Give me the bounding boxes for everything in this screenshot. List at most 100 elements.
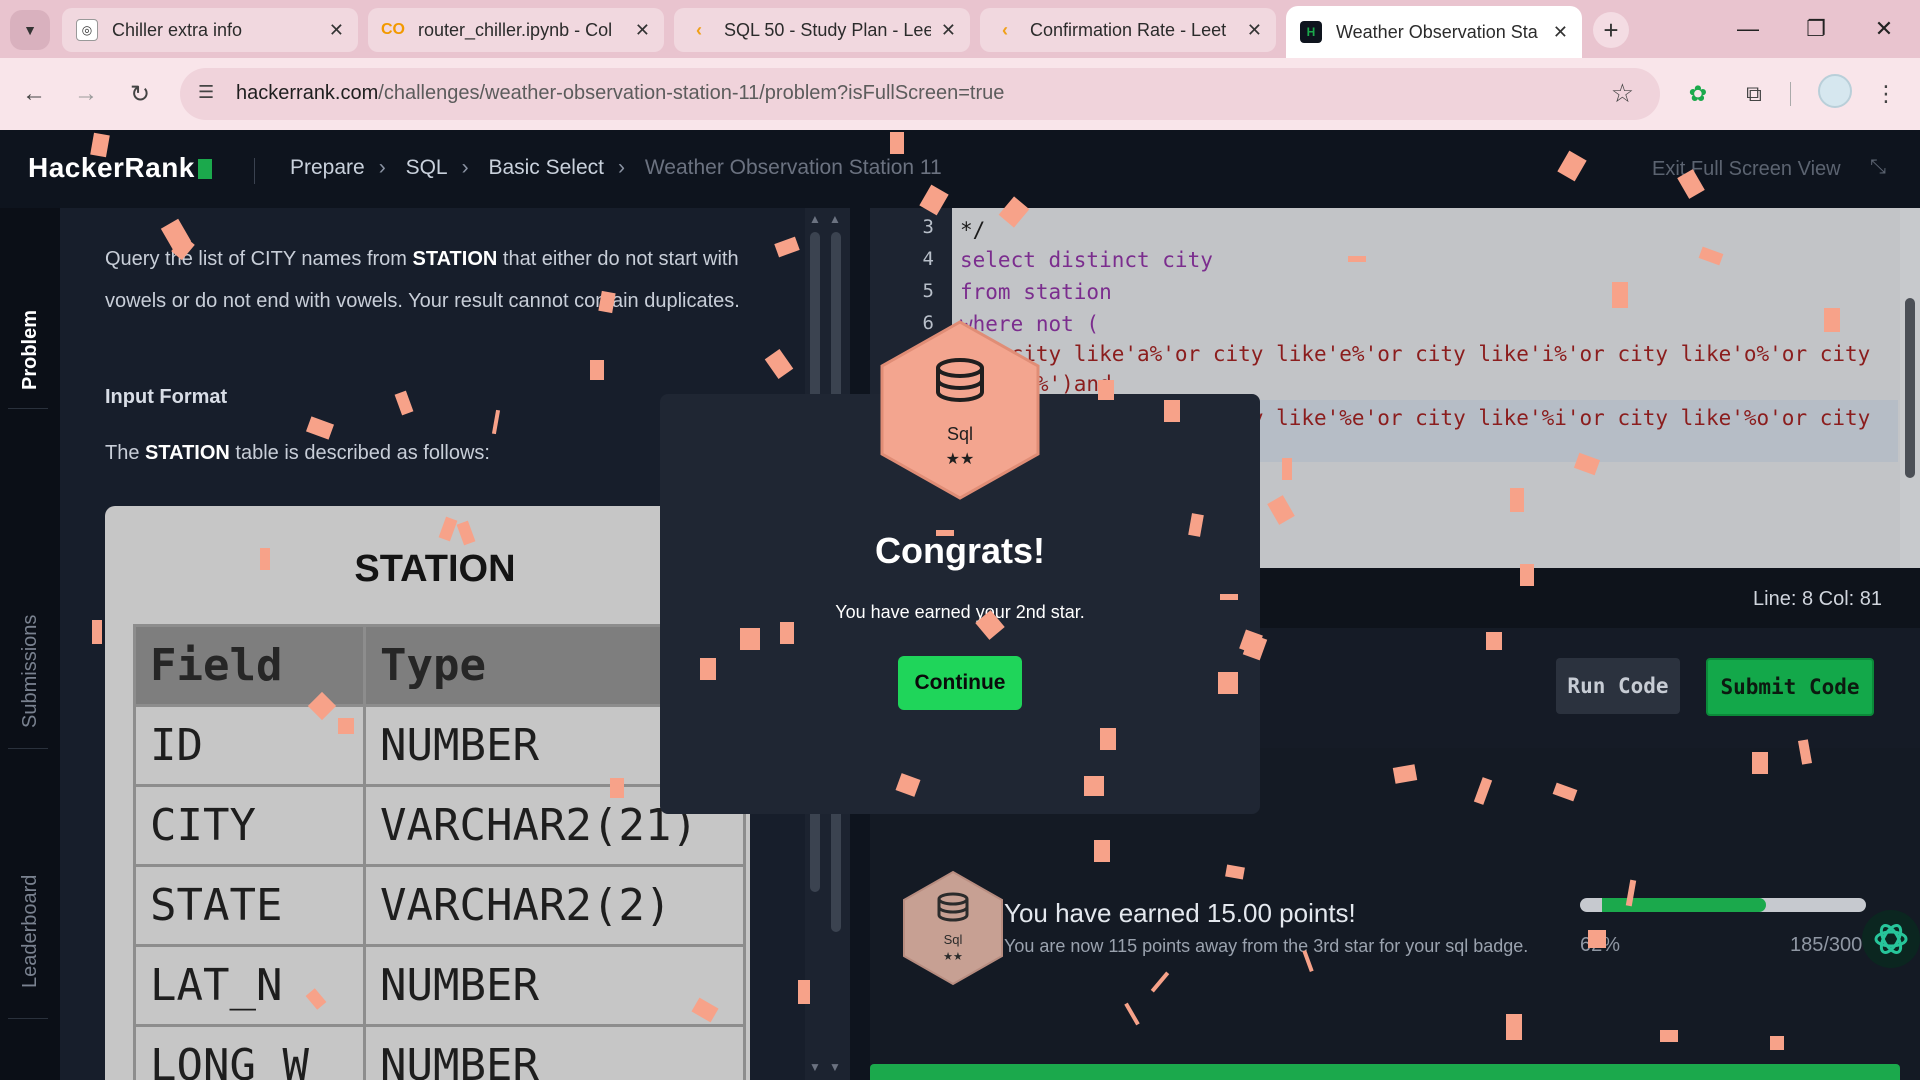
breadcrumb-prepare[interactable]: Prepare: [290, 156, 365, 179]
browser-menu-icon[interactable]: ⋮: [1870, 78, 1902, 110]
code-line[interactable]: */: [960, 218, 985, 242]
header-divider: [254, 158, 255, 184]
minimize-icon[interactable]: —: [1718, 8, 1778, 50]
toolbar-divider: [1790, 82, 1791, 106]
chatgpt-extension-icon[interactable]: ✿: [1682, 78, 1714, 110]
tab-problem[interactable]: Problem: [0, 260, 60, 390]
browser-tab[interactable]: CO router_chiller.ipynb - Col ✕: [368, 8, 664, 52]
browser-toolbar: ← → ↻ ☰ hackerrank.com/challenges/weathe…: [0, 58, 1920, 130]
badge-stars: ★★: [946, 449, 975, 468]
hackerrank-logo[interactable]: HackerRank: [28, 152, 212, 184]
tab-search-icon[interactable]: ▼: [10, 10, 50, 50]
badge-name: Sql: [944, 932, 963, 947]
chatgpt-logo-icon: [1874, 924, 1908, 954]
chevron-right-icon: ›: [461, 156, 469, 179]
close-tab-icon[interactable]: ✕: [1247, 20, 1262, 41]
profile-avatar[interactable]: [1818, 74, 1852, 108]
points-earned-title: You have earned 15.00 points!: [1004, 898, 1356, 928]
chevron-right-icon: ›: [618, 156, 625, 179]
table-row: LONG_W NUMBER: [133, 1024, 746, 1080]
address-bar[interactable]: ☰ hackerrank.com/challenges/weather-obse…: [180, 68, 1660, 120]
tab-title: Chiller extra info: [112, 19, 243, 40]
close-tab-icon[interactable]: ✕: [941, 20, 956, 41]
browser-tab-active[interactable]: H Weather Observation Sta ✕: [1286, 6, 1582, 58]
tab-title: Weather Observation Sta: [1336, 21, 1538, 42]
progress-percent: 62%: [1580, 934, 1621, 956]
type-cell: VARCHAR2(2): [363, 864, 746, 947]
code-line[interactable]: city like'a%'or city like'e%'or city lik…: [960, 342, 1871, 366]
collapse-icon[interactable]: ⤡: [1870, 156, 1886, 179]
scroll-down-icon[interactable]: ▼: [829, 1060, 841, 1074]
line-number: 3: [922, 216, 934, 238]
points-earned-subtitle: You are now 115 points away from the 3rd…: [1004, 936, 1529, 956]
code-line[interactable]: select distinct city: [960, 248, 1213, 272]
tab-title: Confirmation Rate - Leet: [1030, 19, 1227, 40]
code-line[interactable]: from station: [960, 280, 1112, 304]
station-table-image: STATION Field Type ID NUMBER CITY VARCHAR2…: [105, 506, 750, 1080]
line-number: 4: [922, 248, 934, 270]
continue-button[interactable]: Continue: [898, 656, 1022, 710]
table-row: LAT_N NUMBER: [133, 944, 746, 1027]
browser-tab[interactable]: ◎ Chiller extra info ✕: [62, 8, 358, 52]
station-table-title: STATION: [354, 548, 516, 590]
chevron-right-icon: ›: [378, 156, 386, 179]
new-tab-icon[interactable]: +: [1593, 12, 1629, 48]
station-schema-table: Field Type ID NUMBER CITY VARCHAR2(21) STA…: [133, 624, 746, 1080]
badge-stars: ★★: [943, 950, 963, 963]
breadcrumb: Prepare › SQL › Basic Select › Weather Obse…: [290, 156, 956, 180]
url-text[interactable]: hackerrank.com/challenges/weather-observ…: [236, 82, 1004, 105]
table-row: CITY VARCHAR2(21): [133, 784, 746, 867]
browser-tab-bar: ▼ ◎ Chiller extra info ✕ CO router_chill…: [0, 0, 1920, 58]
type-cell: NUMBER: [363, 944, 746, 1027]
run-code-button[interactable]: Run Code: [1556, 658, 1680, 714]
breadcrumb-basic-select[interactable]: Basic Select: [488, 156, 604, 179]
colab-icon: CO: [381, 21, 405, 38]
field-cell: LAT_N: [133, 944, 366, 1027]
chatgpt-floating-icon[interactable]: [1862, 910, 1920, 968]
leetcode-icon: ‹: [696, 19, 702, 40]
close-tab-icon[interactable]: ✕: [1553, 22, 1568, 43]
field-cell: STATE: [133, 864, 366, 947]
restore-icon[interactable]: ❐: [1786, 8, 1846, 50]
table-row: ID NUMBER: [133, 704, 746, 787]
nav-divider: [8, 1018, 48, 1019]
close-tab-icon[interactable]: ✕: [329, 20, 344, 41]
field-cell: CITY: [133, 784, 366, 867]
field-cell: LONG_W: [133, 1024, 366, 1080]
field-cell: ID: [133, 704, 366, 787]
extensions-icon[interactable]: ⧉: [1738, 78, 1770, 110]
tab-leaderboard[interactable]: Leaderboard: [0, 818, 60, 988]
breadcrumb-current: Weather Observation Station 11: [644, 156, 942, 179]
cursor-position: Line: 8 Col: 81: [1753, 588, 1882, 610]
close-window-icon[interactable]: ✕: [1854, 8, 1914, 50]
bottom-green-bar: [870, 1064, 1900, 1080]
site-settings-icon[interactable]: ☰: [198, 82, 222, 106]
bookmark-star-icon[interactable]: ☆: [1611, 78, 1634, 109]
breadcrumb-sql[interactable]: SQL: [406, 156, 448, 179]
column-header-field: Field: [133, 624, 366, 707]
scroll-up-icon[interactable]: ▲: [829, 212, 841, 226]
modal-title: Congrats!: [875, 530, 1045, 571]
nav-divider: [8, 748, 48, 749]
browser-tab[interactable]: ‹ SQL 50 - Study Plan - Lee ✕: [674, 8, 970, 52]
progress-points: 185/300: [1790, 934, 1863, 956]
tab-title: router_chiller.ipynb - Col: [418, 19, 613, 40]
problem-description: Query the list of CITY names from STATIO…: [105, 248, 740, 312]
scroll-up-icon[interactable]: ▲: [809, 212, 821, 226]
scroll-down-icon[interactable]: ▼: [809, 1060, 821, 1074]
close-tab-icon[interactable]: ✕: [635, 20, 650, 41]
exit-fullscreen-link[interactable]: Exit Full Screen View: [1652, 158, 1841, 181]
tab-title: SQL 50 - Study Plan - Lee: [724, 19, 931, 40]
tab-submissions[interactable]: Submissions: [0, 548, 60, 728]
scrollbar-thumb[interactable]: [1905, 298, 1915, 478]
back-icon[interactable]: ←: [18, 78, 50, 110]
submit-code-button[interactable]: Submit Code: [1706, 658, 1874, 716]
editor-scrollbar[interactable]: [1900, 208, 1920, 568]
progress-fill: [1602, 898, 1766, 912]
browser-tab[interactable]: ‹ Confirmation Rate - Leet ✕: [980, 8, 1276, 52]
reload-icon[interactable]: ↻: [124, 78, 156, 110]
input-format-heading: Input Format: [105, 386, 228, 408]
nav-divider: [8, 408, 48, 409]
badge-progress-bar: [1580, 898, 1866, 912]
forward-icon[interactable]: →: [70, 78, 102, 110]
